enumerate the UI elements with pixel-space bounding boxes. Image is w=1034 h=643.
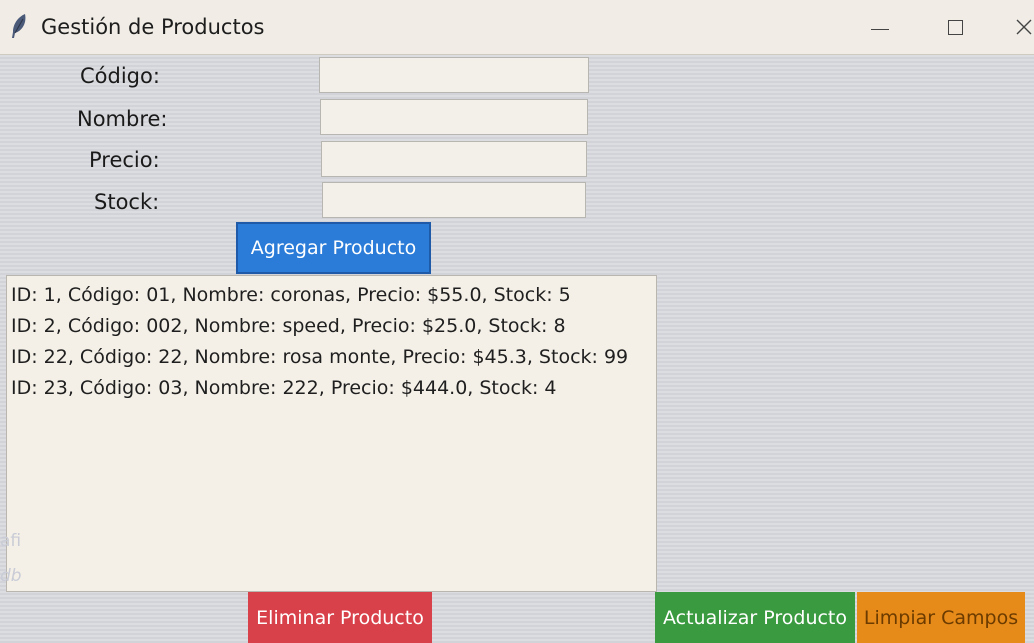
- precio-label: Precio:: [89, 148, 160, 172]
- list-item[interactable]: ID: 22, Código: 22, Nombre: rosa monte, …: [11, 346, 628, 368]
- maximize-button[interactable]: [925, 0, 985, 54]
- minimize-icon: [871, 28, 889, 30]
- app-window: Gestión de Productos Código: Nombre: Pre…: [0, 0, 1034, 643]
- main-content: Código: Nombre: Precio: Stock: Agregar P…: [0, 55, 1034, 643]
- add-product-button[interactable]: Agregar Producto: [236, 222, 431, 274]
- background-text-fragment: afi: [0, 531, 22, 551]
- close-icon: [1016, 19, 1032, 35]
- nombre-label: Nombre:: [77, 107, 168, 131]
- precio-input[interactable]: [321, 141, 587, 177]
- background-text-fragment: db: [0, 566, 22, 586]
- delete-product-button[interactable]: Eliminar Producto: [248, 592, 432, 643]
- list-item[interactable]: ID: 2, Código: 002, Nombre: speed, Preci…: [11, 315, 566, 337]
- minimize-button[interactable]: [850, 0, 910, 54]
- codigo-input[interactable]: [319, 57, 589, 93]
- list-item[interactable]: ID: 1, Código: 01, Nombre: coronas, Prec…: [11, 284, 571, 306]
- products-listbox[interactable]: ID: 1, Código: 01, Nombre: coronas, Prec…: [6, 275, 657, 592]
- list-item[interactable]: ID: 23, Código: 03, Nombre: 222, Precio:…: [11, 377, 557, 399]
- clear-fields-button[interactable]: Limpiar Campos: [857, 592, 1025, 643]
- feather-icon: [8, 12, 30, 40]
- title-bar: Gestión de Productos: [0, 0, 1034, 55]
- nombre-input[interactable]: [320, 99, 588, 135]
- close-button[interactable]: [994, 0, 1034, 54]
- update-product-button[interactable]: Actualizar Producto: [655, 592, 855, 643]
- window-title: Gestión de Productos: [41, 15, 265, 39]
- codigo-label: Código:: [80, 64, 160, 88]
- maximize-icon: [947, 19, 963, 35]
- stock-input[interactable]: [322, 182, 586, 218]
- stock-label: Stock:: [94, 190, 160, 214]
